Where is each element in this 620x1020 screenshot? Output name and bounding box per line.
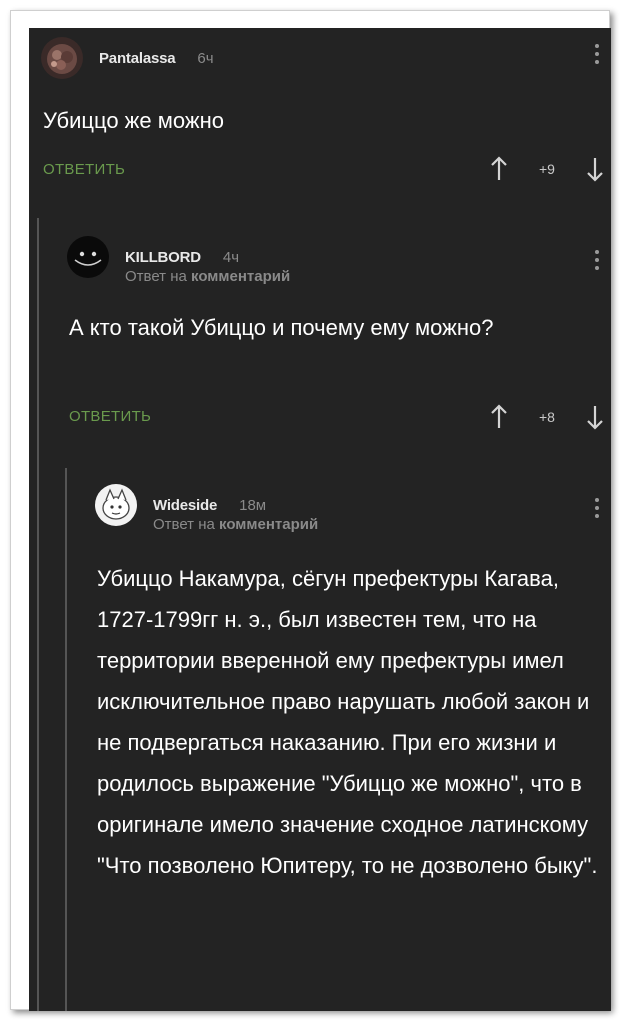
avatar[interactable] [41,37,83,79]
comment-header: Pantalassa 6ч [41,37,214,79]
comment-author[interactable]: KILLBORD [125,249,201,266]
vote-controls: +8 [489,404,605,430]
vote-score: +8 [539,409,555,425]
reply-to-label: Ответ на [153,516,215,533]
arrow-up-icon[interactable] [489,404,509,430]
comment-author[interactable]: Wideside [153,497,217,514]
more-vertical-icon[interactable] [594,498,600,518]
reply-to-label: Ответ на [125,268,187,285]
thread-line-level-2 [65,468,67,1011]
comment-text: А кто такой Убиццо и почему ему можно? [69,315,494,340]
vote-controls: +9 [489,156,605,182]
screenshot-frame: Pantalassa 6ч Убиццо же можно ОТВЕТИТЬ +… [10,10,611,1011]
reply-to-link[interactable]: комментарий [219,516,318,533]
arrow-up-icon[interactable] [489,156,509,182]
avatar[interactable] [67,236,109,278]
reply-to-info: Ответ на комментарий [125,268,290,285]
arrow-down-icon[interactable] [585,404,605,430]
comment-author[interactable]: Pantalassa [99,50,176,67]
more-vertical-icon[interactable] [594,250,600,270]
avatar[interactable] [95,484,137,526]
reply-button[interactable]: ОТВЕТИТЬ [43,161,125,178]
reply-to-link[interactable]: комментарий [191,268,290,285]
comment-time: 6ч [197,49,214,67]
comment-text: Убиццо Накамура, сёгун префектуры Кагава… [97,566,598,878]
reply-to-info: Ответ на комментарий [153,516,318,533]
comment-text: Убиццо же можно [43,108,224,133]
thread-line-level-1 [37,218,39,1011]
arrow-down-icon[interactable] [585,156,605,182]
more-vertical-icon[interactable] [594,44,600,64]
comment-time: 18м [239,496,267,514]
comments-thread: Pantalassa 6ч Убиццо же можно ОТВЕТИТЬ +… [29,28,611,1011]
reply-button[interactable]: ОТВЕТИТЬ [69,408,151,425]
vote-score: +9 [539,161,555,177]
comment-time: 4ч [222,248,240,266]
